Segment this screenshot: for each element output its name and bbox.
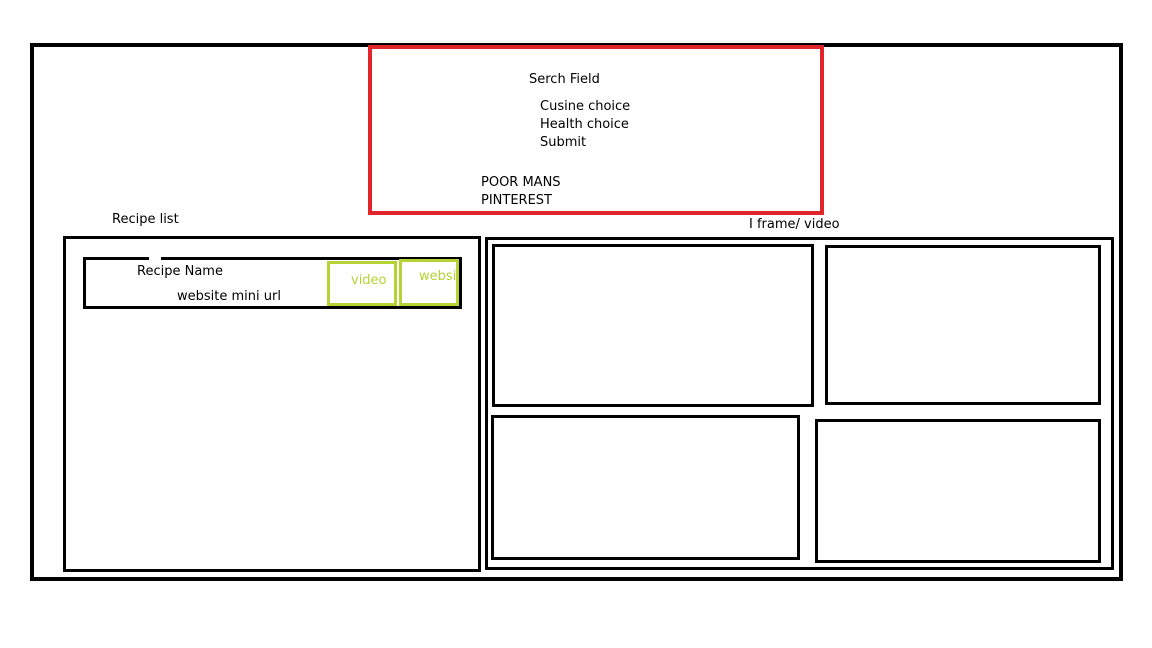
recipe-list-title: Recipe list [112, 212, 179, 227]
website-button-label: website [419, 269, 457, 284]
brand-title-line1: POOR MANS [481, 175, 561, 190]
submit-button[interactable]: Submit [540, 135, 586, 151]
video-button[interactable]: video [327, 261, 397, 306]
iframe-slot-4[interactable] [815, 419, 1101, 563]
recipe-name[interactable]: Recipe Name [137, 264, 223, 280]
video-button-label: video [351, 273, 387, 288]
brand-title-line2: PINTEREST [481, 193, 552, 208]
search-field[interactable]: Serch Field [529, 72, 600, 88]
recipe-url[interactable]: website mini url [177, 289, 281, 305]
iframe-slot-3[interactable] [491, 415, 800, 560]
row-notch [149, 257, 161, 260]
website-button[interactable]: website [399, 259, 459, 306]
iframe-slot-2[interactable] [825, 245, 1101, 405]
iframe-slot-1[interactable] [492, 244, 814, 407]
health-choice[interactable]: Health choice [540, 117, 629, 133]
frames-title: I frame/ video [749, 217, 840, 232]
cuisine-choice[interactable]: Cusine choice [540, 99, 630, 115]
